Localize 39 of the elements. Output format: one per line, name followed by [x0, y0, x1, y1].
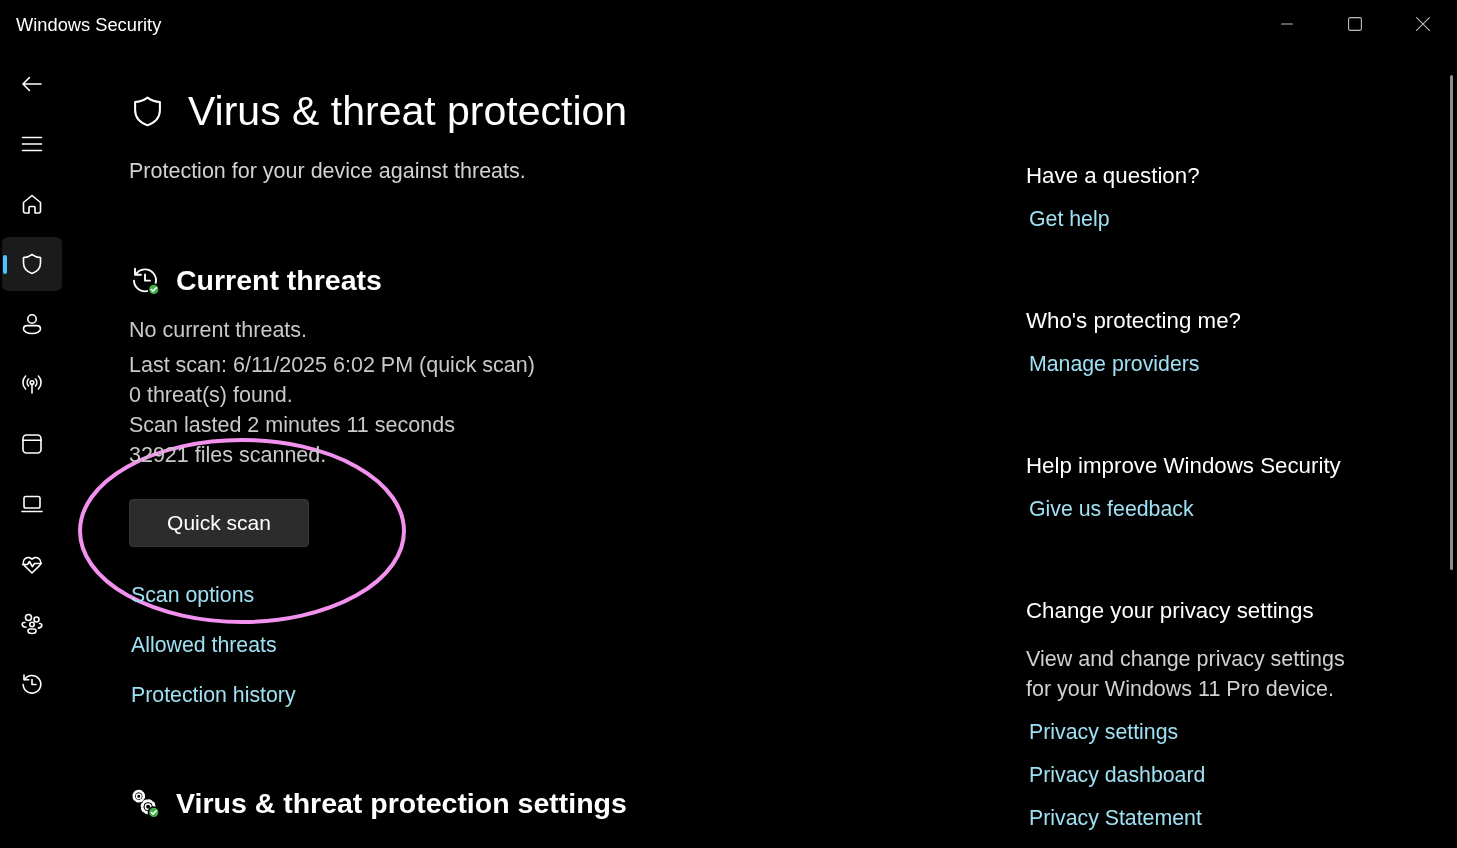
panel-heading: Change your privacy settings — [1026, 597, 1314, 625]
people-icon — [20, 612, 44, 636]
link[interactable]: Scan options — [131, 580, 255, 610]
panel-heading: Who's protecting me? — [1026, 307, 1241, 335]
person-icon — [20, 312, 44, 336]
page-title: Virus & threat protection — [188, 87, 628, 135]
scrollbar-thumb[interactable] — [1450, 75, 1453, 570]
panel-heading: Help improve Windows Security — [1026, 452, 1341, 480]
shield-icon — [20, 252, 44, 276]
browser-window-icon — [20, 432, 44, 456]
scan-detail-text: 0 threat(s) found. — [129, 382, 293, 409]
link[interactable]: Privacy settings — [1029, 717, 1179, 747]
house-icon — [20, 192, 44, 216]
section-heading: Current threats — [176, 263, 382, 298]
link[interactable]: Get help — [1029, 204, 1110, 234]
link[interactable]: Privacy dashboard — [1029, 760, 1206, 790]
antenna-icon — [20, 372, 44, 396]
link[interactable]: Allowed threats — [131, 630, 277, 660]
nav-button[interactable] — [2, 237, 62, 291]
link[interactable]: Protection history — [131, 680, 296, 710]
page-subtitle: Protection for your device against threats. — [129, 158, 526, 185]
panel-heading: Have a question? — [1026, 162, 1200, 190]
panel-description: View and change privacy settings for your Windows 11 Pro device. — [1026, 646, 1346, 703]
scan-detail-text: Last scan: 6/11/2025 6:02 PM (quick scan) — [129, 352, 535, 379]
history-check-icon — [130, 265, 160, 295]
gears-check-icon — [130, 788, 160, 818]
section-heading: Virus & threat protection settings — [176, 786, 627, 821]
link[interactable]: Manage providers — [1029, 349, 1200, 379]
minimize-icon — [1281, 23, 1293, 25]
maximize-icon — [1348, 17, 1362, 31]
window-title: Windows Security — [15, 13, 162, 38]
scan-detail-text: Scan lasted 2 minutes 11 seconds — [129, 412, 455, 439]
link[interactable]: Privacy Statement — [1029, 803, 1202, 833]
history-icon — [20, 672, 44, 696]
link[interactable]: Give us feedback — [1029, 494, 1194, 524]
quick-scan-button[interactable]: Quick scan — [129, 499, 309, 547]
status-text: No current threats. — [129, 317, 308, 344]
selection-indicator-icon — [3, 255, 7, 274]
close-icon — [1416, 17, 1430, 31]
